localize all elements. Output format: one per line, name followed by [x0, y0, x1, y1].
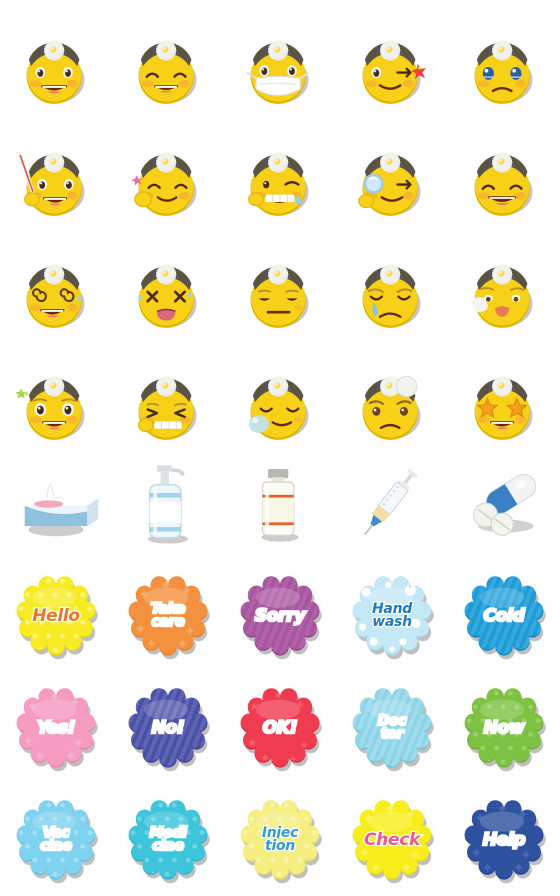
- badge-injection: Injec tion: [234, 794, 326, 886]
- syringe: [346, 458, 438, 550]
- doctor-knocked-out-x-eyes: [122, 234, 214, 328]
- sticker-cell-badge-vaccine[interactable]: Vac cine: [0, 784, 112, 896]
- sticker-cell-doctor-holding-thermometer[interactable]: [0, 112, 112, 224]
- badge-now: Now: [458, 682, 550, 774]
- sticker-cell-badge-check[interactable]: Check: [336, 784, 448, 896]
- sticker-cell-badge-cold[interactable]: Cold: [448, 560, 560, 672]
- doctor-happy-closed-eyes: [122, 10, 214, 104]
- badge-medicine: Medi cine: [122, 794, 214, 886]
- doctor-sleeping-snot-bubble: [234, 346, 326, 440]
- badge-take-care: Take care: [122, 570, 214, 662]
- sticker-cell-doctor-sad-teary-eyes[interactable]: [448, 0, 560, 112]
- sticker-cell-badge-now[interactable]: Now: [448, 672, 560, 784]
- doctor-crying-single-tear: [346, 234, 438, 328]
- sticker-cell-medicine-vial[interactable]: [224, 448, 336, 560]
- badge-doctor: Doc tor: [346, 682, 438, 774]
- doctor-wearing-face-mask: [234, 10, 326, 104]
- sticker-cell-badge-hand-wash[interactable]: Hand wash: [336, 560, 448, 672]
- sticker-cell-doctor-frowning-ice-pack[interactable]: [336, 336, 448, 448]
- badge-ok: OK!: [234, 682, 326, 774]
- sticker-cell-doctor-winking-toothy-grin[interactable]: [224, 112, 336, 224]
- sticker-cell-badge-doctor[interactable]: Doc tor: [336, 672, 448, 784]
- sticker-cell-doctor-smiling-open-mouth[interactable]: [0, 0, 112, 112]
- doctor-excited-wide-eyes: [10, 346, 102, 440]
- doctor-holding-thermometer: [10, 122, 102, 216]
- sticker-cell-doctor-happy-closed-eyes[interactable]: [112, 0, 224, 112]
- sticker-cell-badge-yes[interactable]: Yes!: [0, 672, 112, 784]
- doctor-sad-teary-eyes: [458, 10, 550, 104]
- doctor-dizzy-spiral-eyes: [10, 234, 102, 328]
- sticker-cell-doctor-star-struck[interactable]: [448, 336, 560, 448]
- hand-sanitizer-pump: [122, 458, 214, 550]
- sticker-cell-tissue-box[interactable]: [0, 448, 112, 560]
- doctor-frowning-ice-pack: [346, 346, 438, 440]
- doctor-sneezing-tissue: [458, 234, 550, 328]
- sticker-cell-doctor-winking-with-sparkle[interactable]: [336, 0, 448, 112]
- sticker-cell-doctor-sneezing-tissue[interactable]: [448, 224, 560, 336]
- sticker-cell-syringe[interactable]: [336, 448, 448, 560]
- doctor-pleading-squint-grin: [122, 346, 214, 440]
- sticker-cell-badge-hello[interactable]: Hello: [0, 560, 112, 672]
- medicine-vial: [234, 458, 326, 550]
- sticker-cell-doctor-laughing-closed-eyes[interactable]: [448, 112, 560, 224]
- sticker-cell-doctor-knocked-out-x-eyes[interactable]: [112, 224, 224, 336]
- doctor-saluting-shy-smile: [122, 122, 214, 216]
- sticker-cell-doctor-with-magnifying-glass[interactable]: [336, 112, 448, 224]
- doctor-star-struck: [458, 346, 550, 440]
- sticker-cell-doctor-wearing-face-mask[interactable]: [224, 0, 336, 112]
- sticker-cell-badge-no[interactable]: No!: [112, 672, 224, 784]
- sticker-cell-pills-capsule[interactable]: [448, 448, 560, 560]
- sticker-cell-hand-sanitizer-pump[interactable]: [112, 448, 224, 560]
- sticker-cell-doctor-unamused-flat-mouth[interactable]: [224, 224, 336, 336]
- badge-sorry: Sorry: [234, 570, 326, 662]
- badge-vaccine: Vac cine: [10, 794, 102, 886]
- pills-capsule: [458, 458, 550, 550]
- badge-check: Check: [346, 794, 438, 886]
- doctor-winking-with-sparkle: [346, 10, 438, 104]
- sticker-cell-badge-sorry[interactable]: Sorry: [224, 560, 336, 672]
- sticker-cell-doctor-saluting-shy-smile[interactable]: [112, 112, 224, 224]
- badge-cold: Cold: [458, 570, 550, 662]
- badge-yes: Yes!: [10, 682, 102, 774]
- sticker-cell-doctor-excited-wide-eyes[interactable]: [0, 336, 112, 448]
- emoji-sticker-sheet: Hello Take care Sorry Hand wash Cold Yes! No! OK!…: [0, 0, 560, 896]
- badge-hello: Hello: [10, 570, 102, 662]
- sticker-cell-badge-help[interactable]: Help: [448, 784, 560, 896]
- doctor-winking-toothy-grin: [234, 122, 326, 216]
- sticker-cell-doctor-sleeping-snot-bubble[interactable]: [224, 336, 336, 448]
- doctor-laughing-closed-eyes: [458, 122, 550, 216]
- sticker-cell-badge-take-care[interactable]: Take care: [112, 560, 224, 672]
- doctor-unamused-flat-mouth: [234, 234, 326, 328]
- badge-help: Help: [458, 794, 550, 886]
- badge-no: No!: [122, 682, 214, 774]
- sticker-cell-badge-ok[interactable]: OK!: [224, 672, 336, 784]
- sticker-cell-badge-medicine[interactable]: Medi cine: [112, 784, 224, 896]
- sticker-cell-doctor-dizzy-spiral-eyes[interactable]: [0, 224, 112, 336]
- sticker-cell-doctor-crying-single-tear[interactable]: [336, 224, 448, 336]
- sticker-cell-badge-injection[interactable]: Injec tion: [224, 784, 336, 896]
- tissue-box: [10, 458, 102, 550]
- doctor-with-magnifying-glass: [346, 122, 438, 216]
- badge-hand-wash: Hand wash: [346, 570, 438, 662]
- sticker-cell-doctor-pleading-squint-grin[interactable]: [112, 336, 224, 448]
- doctor-smiling-open-mouth: [10, 10, 102, 104]
